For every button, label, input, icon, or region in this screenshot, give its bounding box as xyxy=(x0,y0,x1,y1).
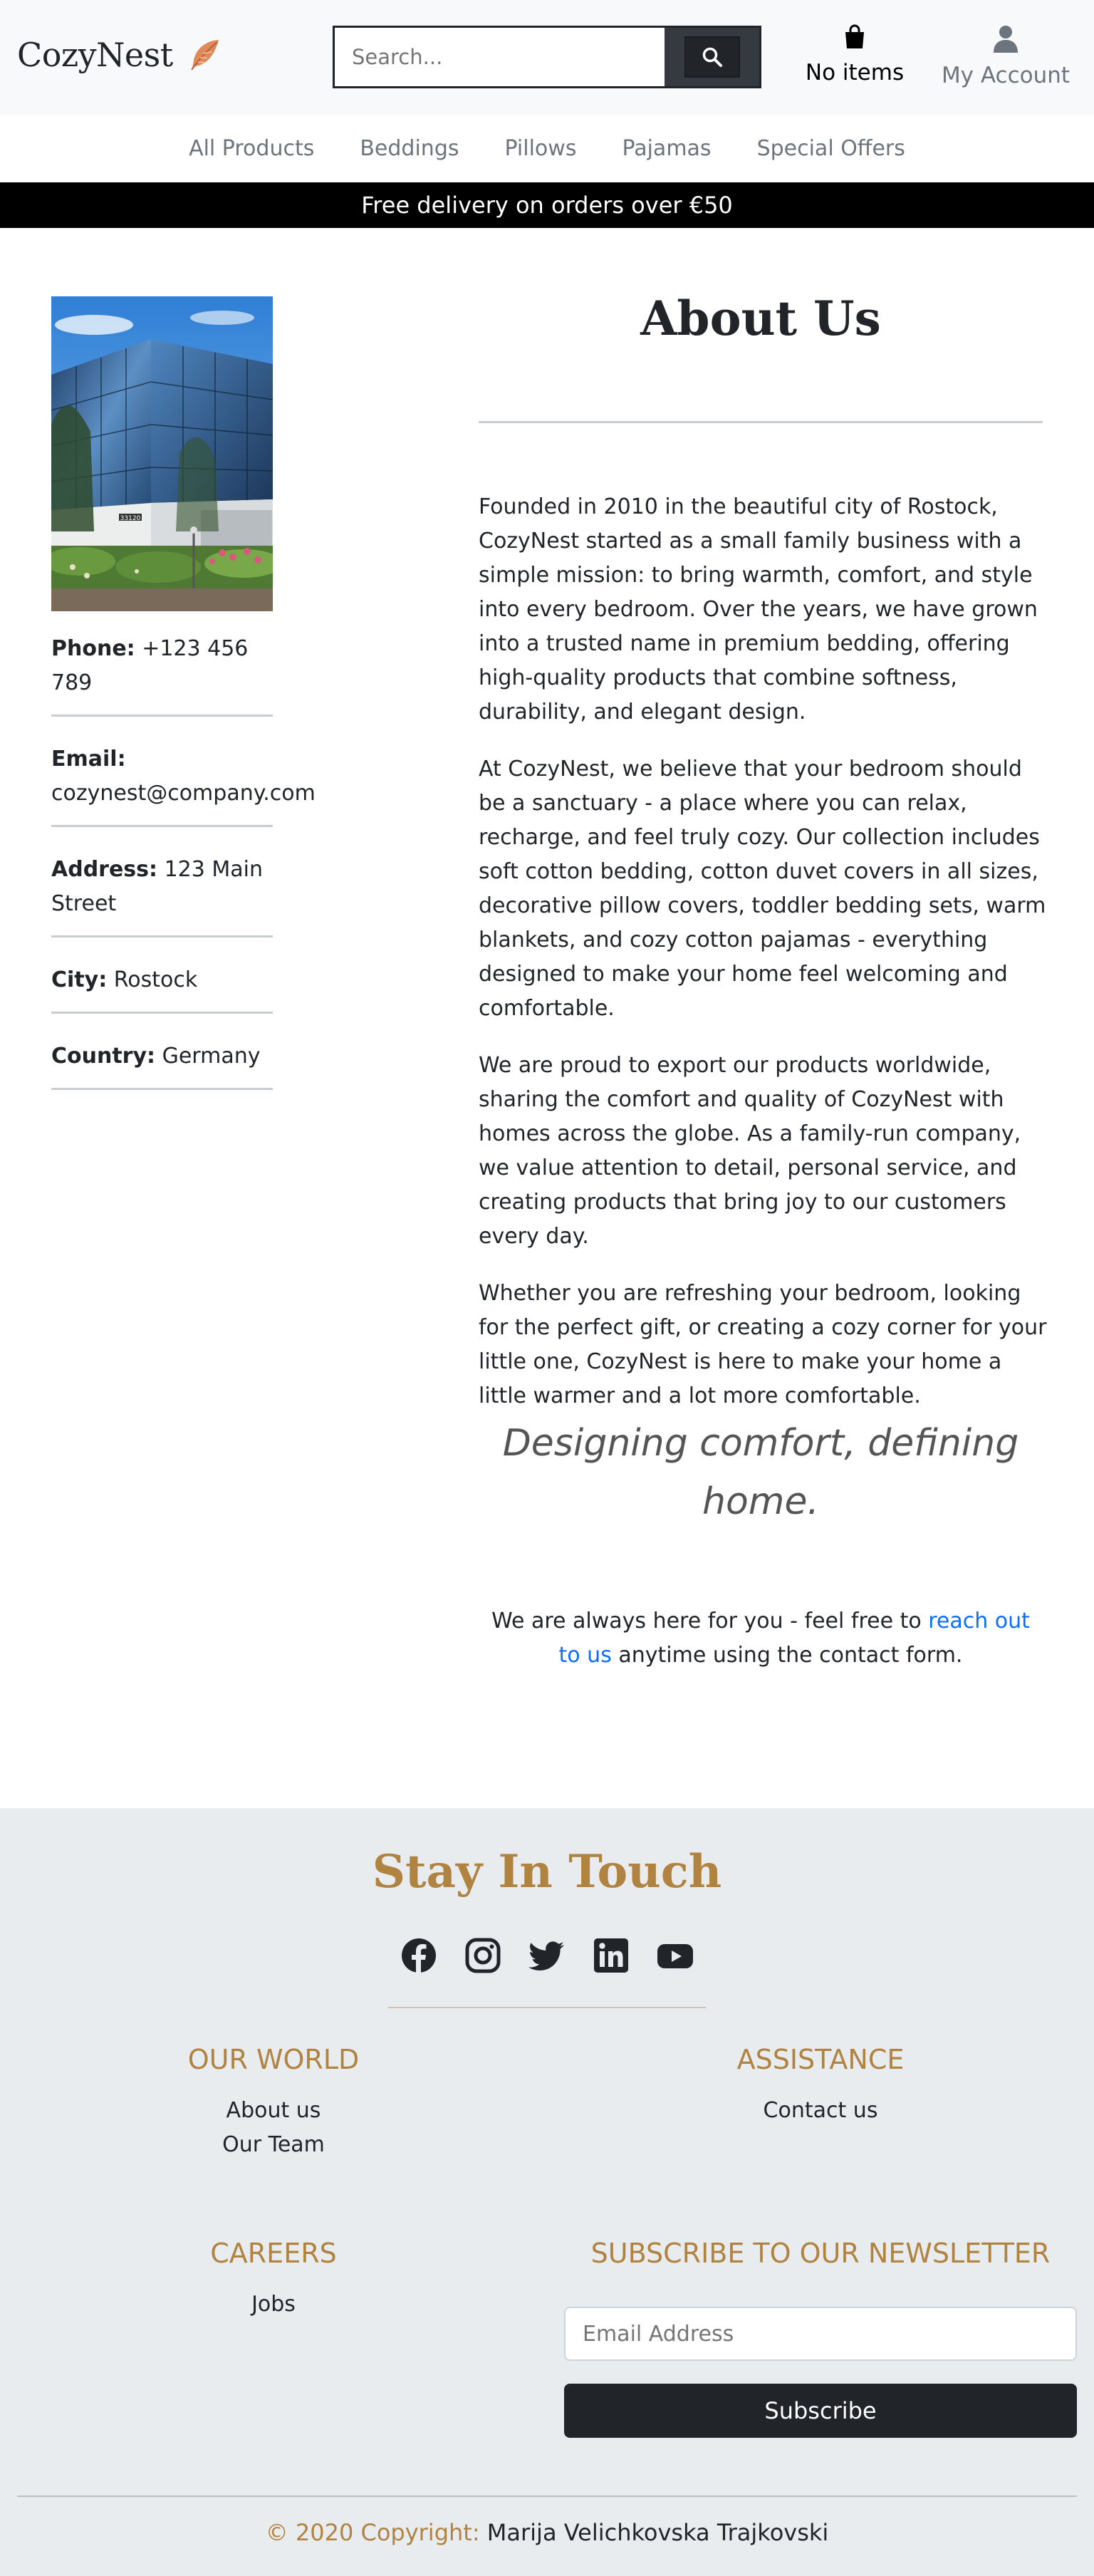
copyright-author-link[interactable]: Marija Velichkovska Trajkovski xyxy=(487,2519,829,2546)
tagline: Designing comfort, defining home. xyxy=(502,1422,1019,1523)
search-input[interactable] xyxy=(335,28,665,86)
address-row: Address: 123 Main Street xyxy=(51,853,273,938)
careers-column: CAREERS Jobs xyxy=(0,2238,547,2322)
delivery-banner: Free delivery on orders over €50 xyxy=(0,182,1094,228)
social-links xyxy=(0,1937,1094,1974)
city-row: City: Rostock xyxy=(51,963,273,1014)
about-text: Founded in 2010 in the beautiful city of… xyxy=(479,490,1048,1436)
nav-pillows[interactable]: Pillows xyxy=(505,136,577,161)
subscribe-button[interactable]: Subscribe xyxy=(564,2384,1077,2438)
footer-divider xyxy=(388,2007,706,2008)
main-nav: All Products Beddings Pillows Pajamas Sp… xyxy=(0,115,1094,182)
address-label: Address: xyxy=(51,857,158,882)
careers-heading: CAREERS xyxy=(210,2238,337,2269)
logo-text[interactable]: CozyNest xyxy=(17,36,173,74)
contact-info-list: Phone: +123 456 789 Email: cozynest@comp… xyxy=(51,632,316,1116)
search-form xyxy=(333,26,761,88)
search-button[interactable] xyxy=(665,28,759,86)
phone-row: Phone: +123 456 789 xyxy=(51,632,273,717)
facebook-icon[interactable] xyxy=(400,1937,437,1974)
footer-bottom-divider xyxy=(17,2496,1077,2497)
contact-us-link[interactable]: Contact us xyxy=(547,2094,1094,2128)
our-world-heading: OUR WORLD xyxy=(187,2044,360,2075)
assistance-column: ASSISTANCE Contact us xyxy=(547,2044,1094,2128)
site-footer: Stay In Touch OUR WORLD About us Our Tea… xyxy=(0,1808,1094,2576)
about-paragraph: Founded in 2010 in the beautiful city of… xyxy=(479,494,1038,724)
feather-icon xyxy=(190,40,219,71)
city-value: Rostock xyxy=(113,967,198,992)
newsletter-column: SUBSCRIBE TO OUR NEWSLETTER xyxy=(547,2238,1094,2269)
about-paragraph: Whether you are refreshing your bedroom,… xyxy=(479,1281,1047,1408)
page-title: About Us xyxy=(640,291,881,346)
our-team-link[interactable]: Our Team xyxy=(0,2128,547,2162)
copyright-prefix: © 2020 Copyright: xyxy=(265,2519,480,2546)
user-icon xyxy=(994,26,1018,53)
assistance-heading: ASSISTANCE xyxy=(736,2044,905,2075)
about-paragraph: At CozyNest, we believe that your bedroo… xyxy=(479,757,1046,1021)
instagram-icon[interactable] xyxy=(464,1937,501,1974)
cart-link[interactable]: No items xyxy=(805,24,905,85)
title-divider xyxy=(479,421,1043,423)
email-row: Email: cozynest@company.com xyxy=(51,742,316,827)
newsletter-heading: SUBSCRIBE TO OUR NEWSLETTER xyxy=(590,2238,1051,2269)
city-label: City: xyxy=(51,967,108,992)
our-world-column: OUR WORLD About us Our Team xyxy=(0,2044,547,2162)
office-building-image: 33120 xyxy=(51,296,273,611)
shopping-bag-icon xyxy=(845,24,864,48)
building-number: 33120 xyxy=(120,515,141,522)
linkedin-icon[interactable] xyxy=(593,1937,630,1974)
logo[interactable]: CozyNest xyxy=(17,36,223,74)
country-row: Country: Germany xyxy=(51,1039,273,1090)
site-header: CozyNest No items My Ac xyxy=(0,0,1094,115)
country-value: Germany xyxy=(162,1044,261,1069)
phone-label: Phone: xyxy=(51,636,135,661)
email-label: Email: xyxy=(51,747,126,772)
search-icon xyxy=(702,47,722,67)
stay-in-touch-heading: Stay In Touch xyxy=(372,1845,722,1899)
nav-pajamas[interactable]: Pajamas xyxy=(622,136,711,161)
contact-note: We are always here for you - feel free t… xyxy=(479,1604,1043,1673)
youtube-icon[interactable] xyxy=(657,1937,694,1974)
about-us-link[interactable]: About us xyxy=(0,2094,547,2128)
jobs-link[interactable]: Jobs xyxy=(0,2287,547,2322)
about-paragraph: We are proud to export our products worl… xyxy=(479,1053,1021,1249)
country-label: Country: xyxy=(51,1044,156,1069)
nav-beddings[interactable]: Beddings xyxy=(360,136,459,161)
nav-special-offers[interactable]: Special Offers xyxy=(757,136,905,161)
copyright: © 2020 Copyright: Marija Velichkovska Tr… xyxy=(0,2519,1094,2546)
cart-label[interactable]: No items xyxy=(806,60,904,85)
search-button-inner[interactable] xyxy=(684,36,740,78)
contact-note-prefix: We are always here for you - feel free t… xyxy=(491,1609,929,1634)
account-link[interactable]: My Account xyxy=(940,24,1071,88)
twitter-icon[interactable] xyxy=(528,1937,566,1974)
newsletter-email-input[interactable] xyxy=(564,2307,1077,2361)
email-value: cozynest@company.com xyxy=(51,781,316,806)
nav-all-products[interactable]: All Products xyxy=(189,136,314,161)
contact-note-suffix: anytime using the contact form. xyxy=(611,1643,963,1668)
account-label[interactable]: My Account xyxy=(942,63,1070,88)
